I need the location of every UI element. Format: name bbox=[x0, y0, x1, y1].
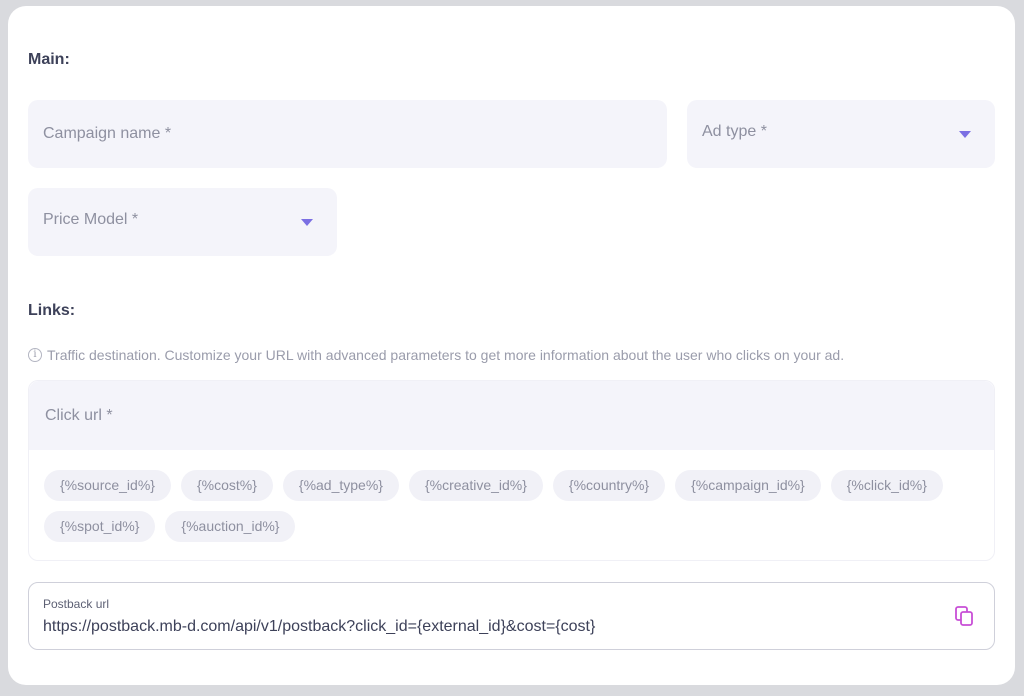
macro-chip-auction-id[interactable]: {%auction_id%} bbox=[165, 511, 296, 542]
hint-text: Traffic destination. Customize your URL … bbox=[47, 347, 845, 363]
chevron-down-icon bbox=[959, 131, 971, 138]
copy-icon[interactable] bbox=[954, 605, 976, 627]
ad-type-select[interactable]: Ad type * bbox=[687, 100, 995, 168]
campaign-name-input[interactable]: Campaign name * bbox=[28, 100, 667, 168]
click-url-placeholder: Click url * bbox=[45, 406, 113, 424]
macro-chip-click-id[interactable]: {%click_id%} bbox=[830, 470, 943, 501]
campaign-name-placeholder: Campaign name * bbox=[43, 125, 172, 142]
macro-chip-creative-id[interactable]: {%creative_id%} bbox=[408, 470, 543, 501]
postback-url-value[interactable]: https://postback.mb-d.com/api/v1/postbac… bbox=[43, 618, 595, 636]
click-url-hint: i Traffic destination. Customize your UR… bbox=[28, 347, 844, 363]
macro-chips: {%source_id%} {%cost%} {%ad_type%} {%cre… bbox=[44, 470, 984, 542]
price-model-select[interactable]: Price Model * bbox=[28, 188, 337, 256]
macro-chip-spot-id[interactable]: {%spot_id%} bbox=[44, 511, 156, 542]
campaign-form-card: Main: Campaign name * Ad type * Price Mo… bbox=[8, 6, 1015, 685]
click-url-input[interactable]: Click url * bbox=[29, 381, 994, 450]
ad-type-placeholder: Ad type * bbox=[702, 123, 767, 140]
macro-chip-source-id[interactable]: {%source_id%} bbox=[44, 470, 171, 501]
macro-chip-campaign-id[interactable]: {%campaign_id%} bbox=[675, 470, 821, 501]
chevron-down-icon bbox=[301, 219, 313, 226]
click-url-block: Click url * {%source_id%} {%cost%} {%ad_… bbox=[28, 380, 995, 561]
links-section-title: Links: bbox=[28, 302, 76, 319]
macro-chip-country[interactable]: {%country%} bbox=[552, 470, 666, 501]
info-icon: i bbox=[28, 348, 42, 362]
macro-chip-cost[interactable]: {%cost%} bbox=[180, 470, 273, 501]
price-model-placeholder: Price Model * bbox=[43, 211, 139, 228]
main-section-title: Main: bbox=[28, 51, 70, 68]
postback-url-label: Postback url bbox=[43, 597, 110, 611]
macro-chip-ad-type[interactable]: {%ad_type%} bbox=[282, 470, 399, 501]
postback-url-field: Postback url https://postback.mb-d.com/a… bbox=[28, 582, 995, 650]
